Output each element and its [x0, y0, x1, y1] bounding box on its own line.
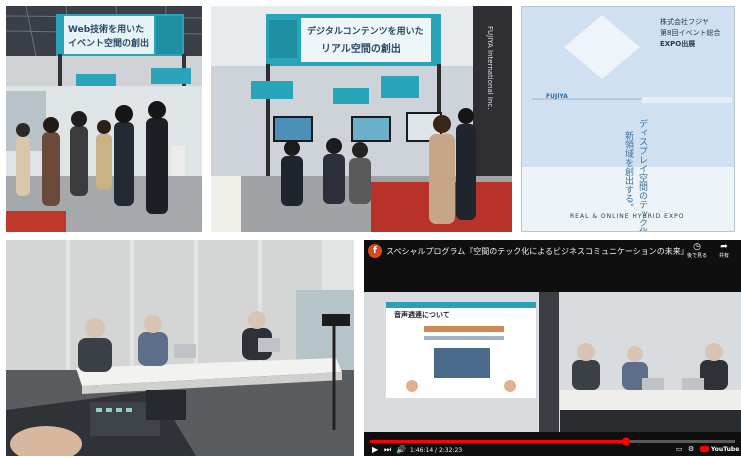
slide-title: 音声週連について	[394, 311, 450, 319]
poster-event-line1: 第8回イベント総合	[660, 29, 721, 37]
channel-initial: f	[373, 246, 377, 256]
poster-logo: FUJIYA	[546, 93, 568, 100]
subtitles-icon[interactable]: ▭	[676, 445, 683, 453]
booth-right-banner-line2: リアル空間の創出	[321, 44, 401, 55]
expo-poster: 株式会社フジヤ 第8回イベント総合 EXPO出展 FUJIYA ディスプレイ空間…	[521, 6, 735, 232]
volume-icon[interactable]: 🔊	[396, 445, 406, 454]
poster-company: 株式会社フジヤ	[660, 18, 709, 26]
time-display: 1:46:14 / 2:32:23	[410, 447, 463, 454]
watch-later-label: 後で見る	[686, 253, 707, 259]
booth-right-banner-line1: デジタルコンテンツを用いた	[307, 27, 424, 37]
share-icon: ➦	[720, 242, 728, 252]
youtube-logo-icon[interactable]	[700, 446, 709, 452]
youtube-brand: YouTube	[711, 446, 740, 453]
studio-photo-image	[6, 240, 354, 456]
booth-right-pillar-text: FUJIYA International Inc.	[486, 26, 494, 110]
share-label: 共有	[718, 253, 729, 259]
poster-vertical-line2: 新領域を創出する。	[623, 131, 633, 212]
share-button[interactable]: ➦ 共有	[712, 242, 736, 259]
studio-photo	[6, 240, 354, 456]
settings-icon[interactable]: ⚙	[688, 445, 694, 453]
next-icon[interactable]: ⏭	[384, 445, 391, 455]
video-title[interactable]: スペシャルプログラム『空間のテック化によるビジネスコミュニケーションの未来』	[386, 246, 689, 257]
clock-icon: ◷	[693, 242, 701, 252]
play-icon[interactable]: ▶	[372, 445, 378, 454]
booth-photo-right: デジタルコンテンツを用いた リアル空間の創出 FUJIYA Internatio…	[211, 6, 512, 232]
video-frame	[364, 240, 741, 456]
booth-left-banner-line1: Web技術を用いた	[68, 25, 145, 35]
channel-avatar[interactable]: f	[368, 244, 382, 258]
poster-event-line2: EXPO出展	[660, 40, 696, 48]
booth-photo-left: Web技術を用いた イベント空間の創出	[6, 6, 202, 232]
youtube-player[interactable]: f スペシャルプログラム『空間のテック化によるビジネスコミュニケーションの未来』…	[364, 240, 741, 456]
watch-later-button[interactable]: ◷ 後で見る	[684, 242, 710, 259]
booth-left-banner-line2: イベント空間の創出	[68, 39, 150, 49]
poster-footer: REAL & ONLINE HYBRID EXPO	[570, 213, 685, 220]
